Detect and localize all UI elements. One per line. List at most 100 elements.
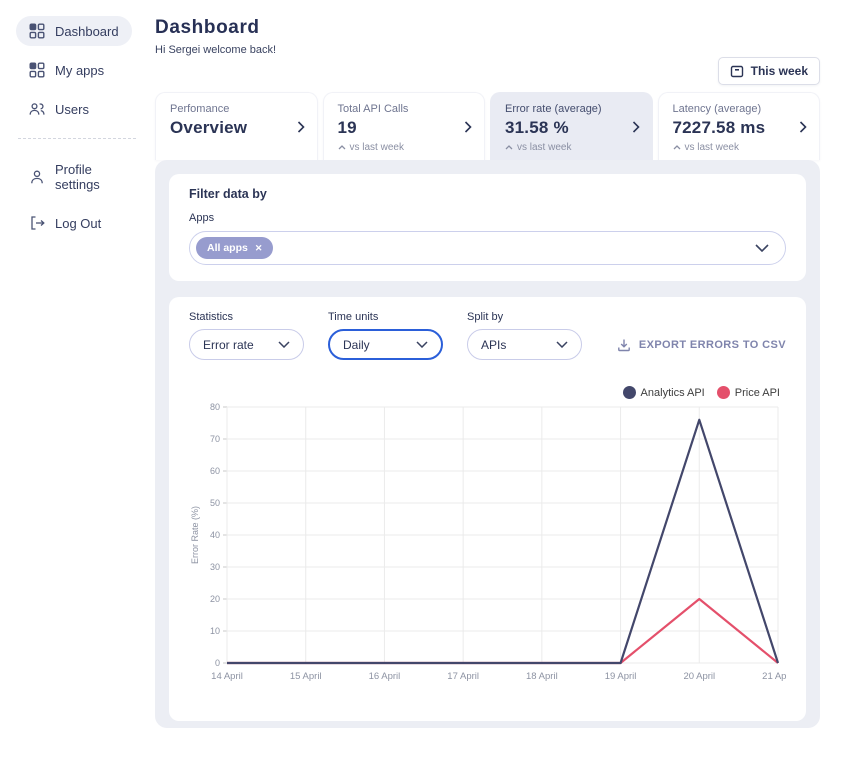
split-by-dropdown[interactable]: APIs: [467, 329, 582, 360]
split-by-value: APIs: [481, 338, 506, 352]
statistics-dropdown[interactable]: Error rate: [189, 329, 304, 360]
chart-legend: Analytics API Price API: [189, 386, 786, 399]
svg-text:Error Rate (%): Error Rate (%): [190, 506, 200, 564]
statistics-label: Statistics: [189, 311, 304, 323]
grid-icon: [29, 62, 45, 78]
time-units-control: Time units Daily: [328, 311, 443, 360]
stat-card-trend-label: vs last week: [685, 142, 739, 153]
stat-card-trend: vs last week: [338, 142, 471, 153]
users-icon: [29, 101, 45, 117]
chart-controls: Statistics Error rate Time units Daily: [189, 311, 786, 360]
stat-card-label: Latency (average): [673, 103, 806, 115]
stat-cards-row: Perfomance Overview Total API Calls 19 v…: [155, 92, 820, 160]
chevron-down-icon: [755, 244, 769, 252]
sidebar-item-label: Log Out: [55, 216, 101, 231]
stat-card-total-api-calls[interactable]: Total API Calls 19 vs last week: [323, 92, 486, 160]
split-by-label: Split by: [467, 311, 582, 323]
time-units-dropdown[interactable]: Daily: [328, 329, 443, 360]
stat-card-value: 31.58 %: [505, 118, 638, 138]
svg-text:20 April: 20 April: [683, 671, 715, 682]
period-selector-label: This week: [751, 64, 808, 78]
sidebar-item-users[interactable]: Users: [16, 94, 102, 124]
svg-text:40: 40: [210, 530, 220, 540]
export-csv-button[interactable]: EXPORT ERRORS TO CSV: [617, 338, 786, 352]
stat-card-label: Total API Calls: [338, 103, 471, 115]
svg-text:50: 50: [210, 498, 220, 508]
legend-label: Price API: [735, 387, 780, 399]
svg-text:14 April: 14 April: [211, 671, 243, 682]
svg-text:21 April: 21 April: [762, 671, 786, 682]
stat-card-latency[interactable]: Latency (average) 7227.58 ms vs last wee…: [658, 92, 821, 160]
statistics-value: Error rate: [203, 338, 254, 352]
sidebar: Dashboard My apps Users Profile settings: [0, 0, 148, 247]
legend-item-price-api[interactable]: Price API: [717, 386, 780, 399]
person-icon: [29, 169, 45, 185]
main-content: Dashboard Hi Sergei welcome back! This w…: [155, 0, 820, 782]
error-rate-line-chart[interactable]: 0 10 20 30 40 50 60 70 80 14 April 15 April 16 Apri…: [189, 399, 786, 691]
stat-card-value: 7227.58 ms: [673, 118, 806, 138]
content-panel: Filter data by Apps All apps ✕ Statistic…: [155, 160, 820, 728]
stat-card-trend-label: vs last week: [350, 142, 404, 153]
svg-text:16 April: 16 April: [369, 671, 401, 682]
chevron-right-icon: [632, 121, 640, 133]
sidebar-item-my-apps[interactable]: My apps: [16, 55, 117, 85]
sidebar-item-label: Users: [55, 102, 89, 117]
svg-text:0: 0: [215, 658, 220, 668]
stat-card-trend: vs last week: [673, 142, 806, 153]
chevron-down-icon: [416, 341, 428, 348]
svg-text:19 April: 19 April: [605, 671, 637, 682]
stat-card-trend: vs last week: [505, 142, 638, 153]
svg-text:10: 10: [210, 626, 220, 636]
chevron-up-icon: [338, 145, 346, 150]
close-icon[interactable]: ✕: [255, 244, 263, 253]
download-icon: [617, 338, 631, 352]
sidebar-item-profile-settings[interactable]: Profile settings: [16, 155, 148, 199]
svg-text:30: 30: [210, 562, 220, 572]
filter-card: Filter data by Apps All apps ✕: [169, 174, 806, 281]
stat-card-label: Error rate (average): [505, 103, 638, 115]
chevron-up-icon: [673, 145, 681, 150]
apps-filter-label: Apps: [189, 212, 786, 224]
export-csv-label: EXPORT ERRORS TO CSV: [639, 339, 786, 351]
stat-card-value: 19: [338, 118, 471, 138]
sidebar-divider: [18, 138, 136, 139]
time-units-label: Time units: [328, 311, 443, 323]
apps-multiselect[interactable]: All apps ✕: [189, 231, 786, 265]
filter-title: Filter data by: [189, 187, 786, 201]
legend-dot: [623, 386, 636, 399]
svg-text:17 April: 17 April: [447, 671, 479, 682]
chart-card: Statistics Error rate Time units Daily: [169, 297, 806, 721]
svg-text:80: 80: [210, 402, 220, 412]
sidebar-item-label: Dashboard: [55, 24, 119, 39]
legend-item-analytics-api[interactable]: Analytics API: [623, 386, 705, 399]
app-root: Dashboard My apps Users Profile settings: [0, 0, 852, 782]
chevron-down-icon: [278, 341, 290, 348]
svg-text:20: 20: [210, 594, 220, 604]
stat-card-error-rate[interactable]: Error rate (average) 31.58 % vs last wee…: [490, 92, 653, 160]
statistics-control: Statistics Error rate: [189, 311, 304, 360]
sidebar-item-dashboard[interactable]: Dashboard: [16, 16, 132, 46]
svg-text:70: 70: [210, 434, 220, 444]
stat-card-performance[interactable]: Perfomance Overview: [155, 92, 318, 160]
apps-filter-chip[interactable]: All apps ✕: [196, 237, 273, 259]
chevron-down-icon: [556, 341, 568, 348]
chevron-up-icon: [505, 145, 513, 150]
legend-dot: [717, 386, 730, 399]
legend-label: Analytics API: [641, 387, 705, 399]
svg-text:15 April: 15 April: [290, 671, 322, 682]
stat-card-value: Overview: [170, 118, 303, 138]
stat-card-label: Perfomance: [170, 103, 303, 115]
time-units-value: Daily: [343, 338, 370, 352]
chevron-right-icon: [464, 121, 472, 133]
chip-label: All apps: [207, 242, 248, 254]
chevron-right-icon: [799, 121, 807, 133]
sidebar-item-log-out[interactable]: Log Out: [16, 208, 114, 238]
stat-card-trend-label: vs last week: [517, 142, 571, 153]
page-title: Dashboard: [155, 17, 820, 39]
svg-text:18 April: 18 April: [526, 671, 558, 682]
greeting-text: Hi Sergei welcome back!: [155, 44, 820, 56]
period-selector-button[interactable]: This week: [718, 57, 820, 85]
svg-text:60: 60: [210, 466, 220, 476]
sidebar-item-label: Profile settings: [55, 162, 135, 192]
grid-icon: [29, 23, 45, 39]
